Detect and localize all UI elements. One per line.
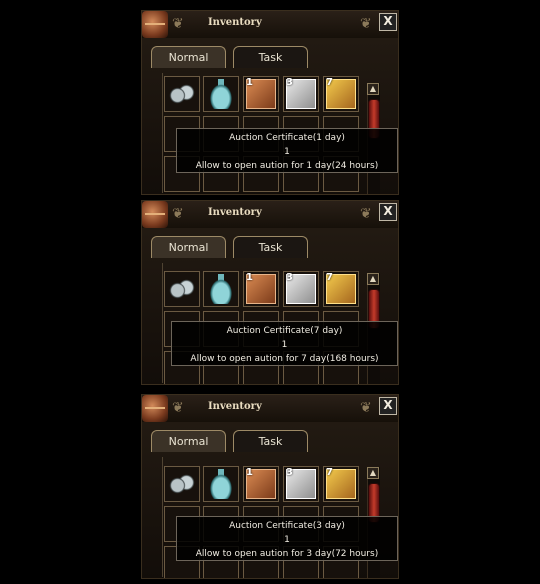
item-count: 3 xyxy=(286,77,293,88)
coins-icon xyxy=(167,79,197,109)
tooltip-item-name: Auction Certificate(7 day) xyxy=(226,326,343,336)
scroll-up-arrow-icon[interactable]: ▲ xyxy=(367,83,379,95)
inventory-slot[interactable] xyxy=(203,271,239,307)
inventory-window-3: ❦ Inventory ❦ X Normal Task 1 3 7 ▲ Auct… xyxy=(141,394,399,579)
ornament-left-icon: ❦ xyxy=(172,16,184,32)
inventory-slot[interactable] xyxy=(164,76,200,112)
tab-normal[interactable]: Normal xyxy=(151,46,226,68)
scroll-up-arrow-icon[interactable]: ▲ xyxy=(367,467,379,479)
item-count: 3 xyxy=(286,272,293,283)
item-count: 1 xyxy=(246,77,253,88)
item-tooltip: Auction Certificate(3 day) 1 Allow to op… xyxy=(176,516,398,561)
inventory-slot[interactable]: 3 xyxy=(283,76,319,112)
item-tooltip: Auction Certificate(7 day) 1 Allow to op… xyxy=(171,321,398,366)
inventory-slot[interactable] xyxy=(164,271,200,307)
inventory-slot[interactable]: 7 xyxy=(323,466,359,502)
item-count: 7 xyxy=(326,272,333,283)
vase-icon xyxy=(206,274,236,304)
window-title: Inventory xyxy=(208,207,262,218)
inventory-slot[interactable]: 3 xyxy=(283,271,319,307)
inventory-slot[interactable]: 7 xyxy=(323,271,359,307)
inventory-chest-icon xyxy=(142,201,168,228)
item-count: 7 xyxy=(326,77,333,88)
tab-task[interactable]: Task xyxy=(233,236,308,258)
ornament-left-icon: ❦ xyxy=(172,400,184,416)
close-button[interactable]: X xyxy=(379,203,397,221)
inventory-slot[interactable]: 1 xyxy=(243,76,279,112)
tab-normal[interactable]: Normal xyxy=(151,236,226,258)
inventory-chest-icon xyxy=(142,11,168,38)
item-count: 1 xyxy=(246,272,253,283)
tooltip-quantity: 1 xyxy=(281,340,288,350)
inventory-slot[interactable]: 1 xyxy=(243,271,279,307)
tab-task[interactable]: Task xyxy=(233,430,308,452)
close-button[interactable]: X xyxy=(379,13,397,31)
inventory-window-1: ❦ Inventory ❦ X Normal Task 1 3 7 ▲ Auct… xyxy=(141,10,399,195)
item-tooltip: Auction Certificate(1 day) 1 Allow to op… xyxy=(176,128,398,173)
inventory-slot[interactable]: 3 xyxy=(283,466,319,502)
coins-icon xyxy=(167,469,197,499)
tab-task[interactable]: Task xyxy=(233,46,308,68)
tooltip-quantity: 1 xyxy=(284,535,290,545)
tooltip-description: Allow to open aution for 1 day(24 hours) xyxy=(195,161,379,171)
inventory-slot[interactable] xyxy=(164,466,200,502)
close-button[interactable]: X xyxy=(379,397,397,415)
inventory-slot[interactable]: 1 xyxy=(243,466,279,502)
vase-icon xyxy=(206,79,236,109)
inventory-slot[interactable] xyxy=(203,466,239,502)
item-count: 3 xyxy=(286,467,293,478)
scroll-up-arrow-icon[interactable]: ▲ xyxy=(367,273,379,285)
tooltip-description: Allow to open aution for 7 day(168 hours… xyxy=(190,354,379,364)
inventory-chest-icon xyxy=(142,395,168,422)
tooltip-item-name: Auction Certificate(1 day) xyxy=(229,133,345,143)
inventory-slot[interactable] xyxy=(203,76,239,112)
ornament-left-icon: ❦ xyxy=(172,206,184,222)
tooltip-quantity: 1 xyxy=(284,147,290,157)
tab-normal[interactable]: Normal xyxy=(151,430,226,452)
coins-icon xyxy=(167,274,197,304)
tooltip-description: Allow to open aution for 3 day(72 hours) xyxy=(195,549,379,559)
inventory-slot[interactable]: 7 xyxy=(323,76,359,112)
vase-icon xyxy=(206,469,236,499)
inventory-window-2: ❦ Inventory ❦ X Normal Task 1 3 7 ▲ Auct… xyxy=(141,200,399,385)
tooltip-item-name: Auction Certificate(3 day) xyxy=(229,521,345,531)
window-title: Inventory xyxy=(208,401,262,412)
window-title: Inventory xyxy=(208,17,262,28)
item-count: 7 xyxy=(326,467,333,478)
item-count: 1 xyxy=(246,467,253,478)
